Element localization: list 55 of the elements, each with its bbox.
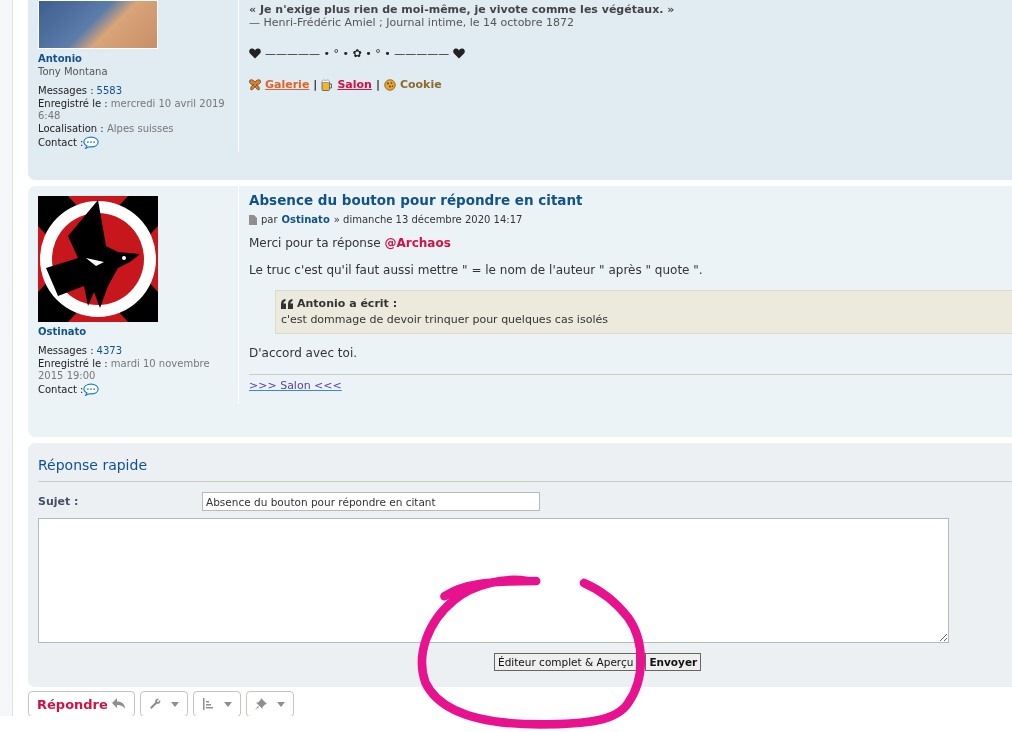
section-title: Réponse rapide — [38, 457, 1012, 482]
ornament-text: ————— • ° • ✿ • ° • ————— — [265, 47, 450, 60]
cookie-icon — [383, 78, 396, 91]
post-paragraph: D'accord avec toi. — [249, 346, 359, 360]
reply-button[interactable]: Répondre — [28, 691, 135, 716]
form-button[interactable]: Envoyer — [645, 653, 702, 671]
dropdown-button[interactable] — [139, 691, 188, 716]
quote-text: c'est dommage de devoir trinquer pour quelques cas isolés — [281, 313, 609, 326]
speech-bubble-icon[interactable] — [83, 136, 100, 149]
heart-icon — [249, 48, 261, 59]
username-link[interactable]: Antonio — [38, 53, 238, 64]
reply-arrow-icon — [111, 698, 126, 710]
caret-icon — [170, 701, 179, 707]
wrench-icon — [148, 698, 161, 710]
user-rank: Tony Montana — [38, 66, 109, 77]
separator-text: | — [375, 78, 380, 91]
signature-link[interactable]: Cookie — [399, 78, 442, 91]
document-icon[interactable] — [249, 214, 257, 225]
stat-label: Contact : — [38, 383, 84, 395]
profile-stat: Localisation : Alpes suisses — [38, 123, 175, 135]
pin-icon — [254, 698, 267, 710]
dropdown-button[interactable] — [245, 691, 294, 716]
profile-stat: Enregistré le : mercredi 10 avril 2019 6:48 — [38, 98, 226, 122]
signature-link[interactable]: Salon — [337, 78, 372, 91]
subject-label: Sujet : — [38, 495, 80, 508]
post-title[interactable]: Absence du bouton pour répondre en citant — [249, 192, 1012, 208]
username-link[interactable]: Ostinato — [38, 326, 238, 337]
post-paragraph: Le truc c'est qu'il faut aussi mettre " = le nom de l'auteur " après " quote ". — [249, 263, 704, 277]
separator-text: | — [313, 78, 318, 91]
quote-marks-icon — [281, 298, 293, 309]
stat-label: Contact : — [38, 136, 84, 148]
signature-quote: « Je n'exige plus rien de moi-même, je vivote comme les végétaux. » — [249, 3, 676, 16]
stat-label: Messages : — [38, 345, 94, 356]
mug-icon — [321, 78, 334, 91]
form-button[interactable]: Éditeur complet & Aperçu — [494, 653, 638, 671]
list-icon — [201, 698, 214, 710]
signature-link[interactable]: >>> Salon <<< — [249, 379, 342, 392]
stat-link[interactable]: 4373 — [96, 345, 123, 356]
profile-stat: Enregistré le : mardi 10 novembre 2015 19:00 — [38, 358, 211, 382]
quote-attribution: — Henri-Frédéric Amiel ; Journal intime, le 14 octobre 1872 — [249, 16, 575, 29]
post-paragraph: Merci pour ta réponse @Archaos — [249, 236, 452, 250]
subject-field[interactable]: Absence du bouton pour répondre en citant — [202, 492, 540, 511]
caret-icon — [223, 701, 232, 707]
heart-icon — [453, 48, 466, 59]
butterfly-icon — [249, 78, 261, 91]
author-link[interactable]: Ostinato — [281, 214, 330, 225]
stat-label: Messages : — [38, 85, 94, 96]
message-textarea[interactable] — [38, 518, 949, 643]
caret-icon — [276, 701, 285, 707]
quote-author: Antonio a écrit : — [297, 297, 398, 310]
meta-text: par — [261, 214, 278, 225]
dropdown-button[interactable] — [192, 691, 241, 716]
stat-link[interactable]: 5583 — [96, 85, 123, 96]
speech-bubble-icon[interactable] — [83, 383, 100, 396]
post-date: » dimanche 13 décembre 2020 14:17 — [333, 214, 523, 225]
